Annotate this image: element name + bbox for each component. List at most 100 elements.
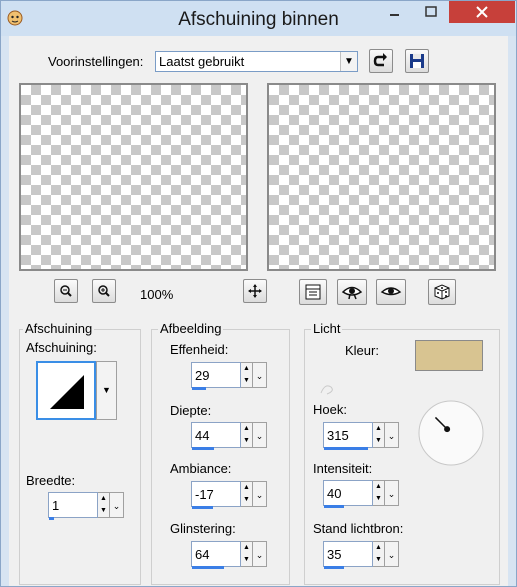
elevation-up-down[interactable]: ▲ ▼ bbox=[373, 541, 385, 567]
eye-icon bbox=[341, 286, 363, 300]
width-spinner[interactable]: 1 ▲ ▼ ⌄ bbox=[48, 492, 125, 520]
intensity-label: Intensiteit: bbox=[313, 461, 373, 476]
width-slider-toggle[interactable]: ⌄ bbox=[110, 492, 124, 518]
original-preview[interactable] bbox=[19, 83, 248, 271]
chevron-down-icon: ⌄ bbox=[255, 550, 264, 560]
maximize-button[interactable] bbox=[413, 2, 449, 22]
dice-icon bbox=[434, 284, 450, 300]
minimize-icon bbox=[390, 14, 399, 16]
intensity-slider-bar[interactable] bbox=[324, 505, 344, 508]
shininess-value: 64 bbox=[195, 547, 210, 562]
angle-slider-toggle[interactable]: ⌄ bbox=[385, 422, 399, 448]
shininess-input[interactable]: 64 bbox=[191, 541, 241, 569]
save-preset-button[interactable] bbox=[405, 49, 429, 73]
angle-dial[interactable] bbox=[416, 398, 486, 468]
elevation-slider-toggle[interactable]: ⌄ bbox=[385, 541, 399, 567]
zoom-out-icon bbox=[60, 285, 72, 297]
toggle-preview-button[interactable] bbox=[376, 279, 406, 305]
spin-down-icon: ▼ bbox=[243, 556, 250, 563]
intensity-up-down[interactable]: ▲ ▼ bbox=[373, 480, 385, 506]
chevron-down-icon: ▼ bbox=[102, 385, 111, 395]
shininess-slider-bar[interactable] bbox=[192, 566, 224, 569]
bevel-shape-selector[interactable] bbox=[36, 361, 96, 420]
shininess-up-down[interactable]: ▲ ▼ bbox=[241, 541, 253, 567]
proof-button[interactable] bbox=[299, 279, 327, 305]
zoom-in-button[interactable] bbox=[92, 279, 116, 303]
smoothness-spinner[interactable]: 29 ▲ ▼ ⌄ bbox=[191, 362, 268, 390]
width-input[interactable]: 1 bbox=[48, 492, 98, 520]
intensity-slider-toggle[interactable]: ⌄ bbox=[385, 480, 399, 506]
intensity-value: 40 bbox=[327, 486, 342, 501]
ambience-input[interactable]: -17 bbox=[191, 481, 241, 509]
depth-spinner[interactable]: 44 ▲ ▼ ⌄ bbox=[191, 422, 268, 450]
ambience-label: Ambiance: bbox=[170, 461, 232, 476]
angle-slider-bar[interactable] bbox=[324, 447, 368, 450]
chevron-down-icon: ⌄ bbox=[387, 431, 396, 441]
randomize-button[interactable] bbox=[428, 279, 456, 305]
zoom-out-button[interactable] bbox=[54, 279, 78, 303]
smoothness-slider-toggle[interactable]: ⌄ bbox=[253, 362, 267, 388]
intensity-input[interactable]: 40 bbox=[323, 480, 373, 508]
ambience-slider-bar[interactable] bbox=[192, 506, 213, 509]
presets-dropdown[interactable]: Laatst gebruikt ▼ bbox=[155, 51, 358, 72]
auto-proof-button[interactable] bbox=[337, 279, 367, 305]
spin-up-icon: ▲ bbox=[243, 365, 250, 372]
chevron-down-icon: ⌄ bbox=[387, 550, 396, 560]
reset-preset-button[interactable] bbox=[369, 49, 393, 73]
depth-slider-bar[interactable] bbox=[192, 447, 214, 450]
spin-down-icon: ▼ bbox=[243, 377, 250, 384]
title-bar[interactable]: Afschuining binnen bbox=[1, 1, 516, 36]
chevron-down-icon: ⌄ bbox=[255, 490, 264, 500]
light-color-swatch[interactable] bbox=[415, 340, 483, 371]
ambience-up-down[interactable]: ▲ ▼ bbox=[241, 481, 253, 507]
elevation-input[interactable]: 35 bbox=[323, 541, 373, 569]
smoothness-slider-bar[interactable] bbox=[192, 387, 206, 390]
angle-input[interactable]: 315 bbox=[323, 422, 373, 450]
result-preview[interactable] bbox=[267, 83, 496, 271]
chevron-down-icon: ⌄ bbox=[387, 489, 396, 499]
smoothness-up-down[interactable]: ▲ ▼ bbox=[241, 362, 253, 388]
angle-dial-knob bbox=[444, 426, 451, 433]
smoothness-label: Effenheid: bbox=[170, 342, 229, 357]
ambience-spinner[interactable]: -17 ▲ ▼ ⌄ bbox=[191, 481, 268, 509]
save-disk-icon bbox=[410, 54, 424, 68]
shininess-spinner[interactable]: 64 ▲ ▼ ⌄ bbox=[191, 541, 268, 569]
depth-label: Diepte: bbox=[170, 403, 212, 418]
spin-down-icon: ▼ bbox=[243, 496, 250, 503]
light-group-title: Licht bbox=[311, 321, 343, 336]
intensity-spinner[interactable]: 40 ▲ ▼ ⌄ bbox=[323, 480, 400, 508]
elevation-spinner[interactable]: 35 ▲ ▼ ⌄ bbox=[323, 541, 400, 569]
close-icon bbox=[476, 6, 488, 18]
angle-spinner[interactable]: 315 ▲ ▼ ⌄ bbox=[323, 422, 400, 450]
spin-up-icon: ▲ bbox=[375, 425, 382, 432]
smoothness-value: 29 bbox=[195, 368, 210, 383]
width-slider-bar[interactable] bbox=[49, 517, 54, 520]
spin-down-icon: ▼ bbox=[375, 437, 382, 444]
preview-window-icon bbox=[305, 284, 321, 300]
zoom-level: 100% bbox=[140, 287, 174, 302]
bevel-shape-label: Afschuining: bbox=[26, 340, 97, 355]
bevel-shape-icon bbox=[50, 375, 84, 409]
elevation-slider-bar[interactable] bbox=[324, 566, 344, 569]
shininess-slider-toggle[interactable]: ⌄ bbox=[253, 541, 267, 567]
width-up-down[interactable]: ▲ ▼ bbox=[98, 492, 110, 518]
ambience-value: -17 bbox=[195, 487, 214, 502]
angle-up-down[interactable]: ▲ ▼ bbox=[373, 422, 385, 448]
chevron-down-icon: ▼ bbox=[340, 52, 357, 71]
depth-input[interactable]: 44 bbox=[191, 422, 241, 450]
depth-slider-toggle[interactable]: ⌄ bbox=[253, 422, 267, 448]
elevation-value: 35 bbox=[327, 547, 342, 562]
width-value: 1 bbox=[52, 498, 60, 513]
image-group-title: Afbeelding bbox=[158, 321, 224, 336]
close-button[interactable] bbox=[449, 1, 515, 23]
angle-label: Hoek: bbox=[313, 402, 347, 417]
ambience-slider-toggle[interactable]: ⌄ bbox=[253, 481, 267, 507]
shininess-label: Glinstering: bbox=[170, 521, 236, 536]
minimize-button[interactable] bbox=[381, 2, 407, 22]
spin-up-icon: ▲ bbox=[100, 495, 107, 502]
depth-up-down[interactable]: ▲ ▼ bbox=[241, 422, 253, 448]
dialog-window: Afschuining binnen Voorinstellingen: Laa… bbox=[0, 0, 517, 587]
pan-button[interactable] bbox=[243, 279, 267, 303]
smoothness-input[interactable]: 29 bbox=[191, 362, 241, 390]
bevel-shape-dropdown[interactable]: ▼ bbox=[96, 361, 117, 420]
